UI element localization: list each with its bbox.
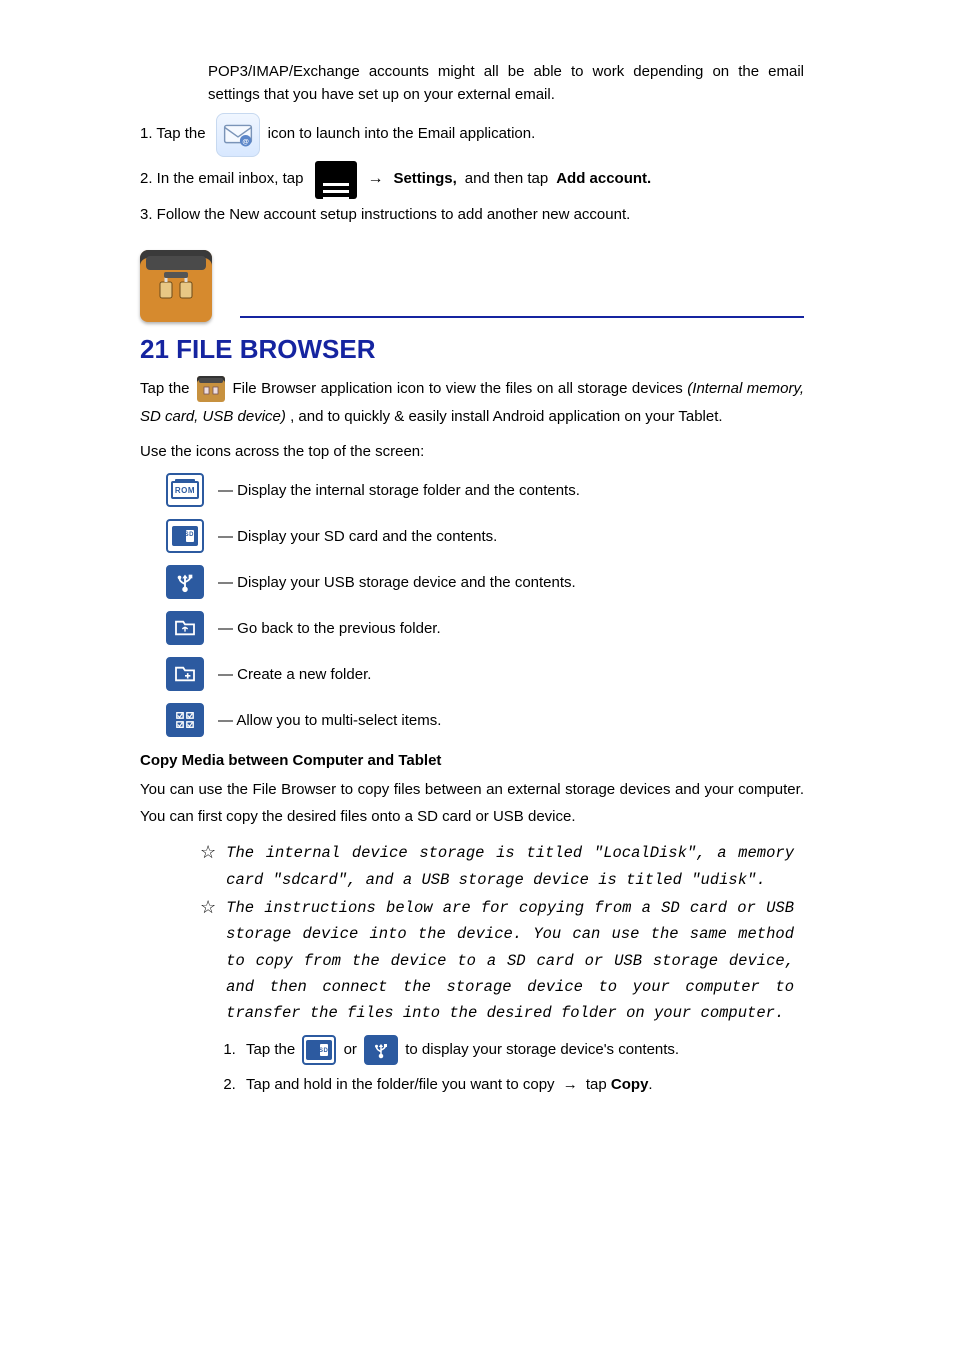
text: 1. Tap the bbox=[140, 120, 206, 149]
mail-app-icon: @ bbox=[216, 113, 260, 157]
notes-block: ☆ The internal device storage is titled … bbox=[140, 840, 804, 1026]
star-icon: ☆ bbox=[200, 840, 216, 865]
copy-steps: Tap the SD or to display your storage de… bbox=[140, 1035, 804, 1100]
text-bold: Copy bbox=[611, 1076, 649, 1093]
note-row-2: ☆ The instructions below are for copying… bbox=[140, 895, 804, 1027]
text: tap bbox=[586, 1076, 611, 1093]
copy-heading: Copy Media between Computer and Tablet bbox=[140, 749, 804, 772]
arrow-icon: → bbox=[367, 164, 383, 194]
folder-back-icon bbox=[166, 611, 204, 645]
arrow-icon: → bbox=[563, 1076, 578, 1093]
folder-new-icon bbox=[166, 657, 204, 691]
text: settings that you have set up on your ex… bbox=[208, 86, 555, 103]
rom-icon: ROM bbox=[166, 473, 204, 507]
text: Tap the bbox=[140, 380, 194, 397]
text: or bbox=[344, 1041, 357, 1058]
tool-row-sd: SD — Display your SD card and the conten… bbox=[166, 519, 804, 553]
text: POP3/IMAP/Exchange accounts might all be… bbox=[208, 63, 804, 80]
note-row-1: ☆ The internal device storage is titled … bbox=[140, 840, 804, 893]
file-browser-mini-icon bbox=[197, 376, 225, 402]
text: File Browser application icon to view th… bbox=[232, 380, 682, 397]
copy-step-2: Tap and hold in the folder/file you want… bbox=[240, 1071, 804, 1100]
tool-label: — Allow you to multi-select items. bbox=[218, 712, 441, 729]
step-2: 2. In the email inbox, tap → Settings, a… bbox=[140, 161, 804, 199]
note-text: The internal device storage is titled "L… bbox=[226, 840, 794, 893]
text: . bbox=[648, 1076, 652, 1093]
heading-file-browser: 21 FILE BROWSER bbox=[140, 334, 804, 365]
paragraph-intro: POP3/IMAP/Exchange accounts might all be… bbox=[140, 60, 804, 107]
note-text: The instructions below are for copying f… bbox=[226, 895, 794, 1027]
usb-icon bbox=[166, 565, 204, 599]
multiselect-icon bbox=[166, 703, 204, 737]
tool-row-folder-new: — Create a new folder. bbox=[166, 657, 804, 691]
tool-label: — Display your USB storage device and th… bbox=[218, 574, 576, 591]
text: and then tap bbox=[465, 165, 548, 194]
menu-icon bbox=[315, 161, 357, 199]
sd-icon: SD bbox=[166, 519, 204, 553]
text: 2. In the email inbox, tap bbox=[140, 165, 303, 194]
tool-label: — Display your SD card and the contents. bbox=[218, 528, 497, 545]
tool-label: — Go back to the previous folder. bbox=[218, 620, 441, 637]
section-rule-wrap bbox=[240, 316, 804, 322]
section-header-row bbox=[140, 250, 804, 322]
tool-row-rom: ROM — Display the internal storage folde… bbox=[166, 473, 804, 507]
step-1: 1. Tap the @ icon to launch into the Ema… bbox=[140, 113, 804, 157]
text-bold: Settings, bbox=[393, 165, 456, 194]
toolbar-intro: Use the icons across the top of the scre… bbox=[140, 440, 804, 463]
text: application on your Tablet. bbox=[549, 408, 723, 425]
copy-intro: You can use the File Browser to copy fil… bbox=[140, 776, 804, 830]
text: Tap the bbox=[246, 1041, 295, 1058]
copy-step-1: Tap the SD or to display your storage de… bbox=[240, 1035, 804, 1065]
tool-row-multiselect: — Allow you to multi-select items. bbox=[166, 703, 804, 737]
star-icon: ☆ bbox=[200, 895, 216, 920]
text: , and to quickly & easily install Androi… bbox=[290, 408, 544, 425]
sd-icon-inline: SD bbox=[302, 1035, 336, 1065]
usb-icon-inline bbox=[364, 1035, 398, 1065]
text: Tap and hold in the folder/file you want… bbox=[246, 1076, 555, 1093]
tool-label: — Display the internal storage folder an… bbox=[218, 482, 580, 499]
file-browser-app-icon bbox=[140, 250, 212, 322]
svg-text:@: @ bbox=[242, 138, 249, 145]
section-divider bbox=[240, 316, 804, 318]
text: to display your storage device's content… bbox=[405, 1041, 679, 1058]
open-paragraph: Tap the File Browser application icon to… bbox=[140, 375, 804, 432]
tool-row-folder-back: — Go back to the previous folder. bbox=[166, 611, 804, 645]
tool-row-usb: — Display your USB storage device and th… bbox=[166, 565, 804, 599]
text-bold: Add account. bbox=[556, 165, 651, 194]
toolbar-icon-list: ROM — Display the internal storage folde… bbox=[166, 473, 804, 737]
text: icon to launch into the Email applicatio… bbox=[268, 120, 536, 149]
tool-label: — Create a new folder. bbox=[218, 666, 371, 683]
step-3: 3. Follow the New account setup instruct… bbox=[140, 203, 804, 226]
